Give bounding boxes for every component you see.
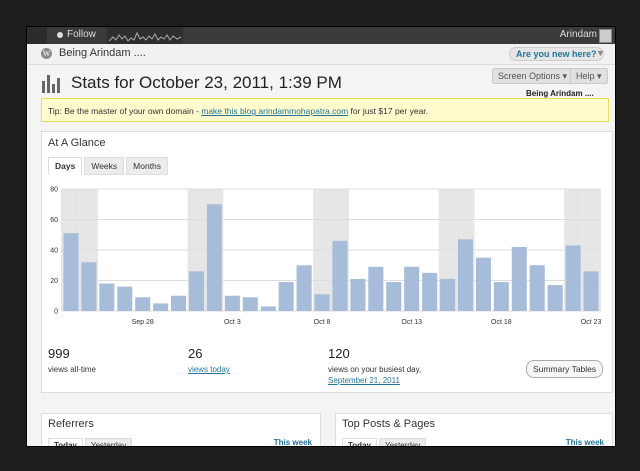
bar	[99, 283, 115, 311]
bar	[457, 239, 474, 311]
y-tick-label: 20	[50, 278, 58, 285]
busiest-day-value: 120	[328, 346, 350, 361]
at-a-glance-title: At A Glance	[48, 137, 106, 149]
x-tick-label: Oct 23	[581, 319, 602, 326]
today-views-value: 26	[188, 346, 203, 361]
tip-domain-link[interactable]: make this blog arindammohapatra.com	[201, 106, 348, 116]
page-title: Stats for October 23, 2011, 1:39 PM	[71, 73, 342, 92]
wordpress-logo-icon[interactable]: W	[41, 48, 52, 59]
new-here-button[interactable]: Are you new here?	[509, 47, 604, 61]
top-posts-this-week-link[interactable]: This week	[566, 438, 604, 446]
y-tick-label: 80	[50, 187, 58, 194]
bar	[440, 278, 456, 311]
site-header: W Being Arindam .... Are you new here? ▼	[27, 44, 615, 65]
busiest-day-date-link[interactable]: September 21, 2011	[328, 376, 400, 385]
referrers-tab-yesterday[interactable]: Yesterday	[84, 438, 133, 446]
new-here-dropdown-icon[interactable]: ▼	[596, 48, 605, 58]
tip-suffix: for just $17 per year.	[348, 106, 429, 116]
period-tabs: Days Weeks Months	[48, 157, 170, 175]
bar	[171, 295, 187, 311]
bar	[386, 282, 402, 311]
follow-label: Follow	[67, 29, 96, 40]
bar	[314, 294, 330, 311]
top-posts-tab-today[interactable]: Today	[342, 438, 377, 446]
site-name[interactable]: Being Arindam ....	[59, 47, 146, 59]
avatar[interactable]	[599, 29, 612, 43]
screen-options-button[interactable]: Screen Options ▾	[492, 68, 574, 84]
bar	[422, 272, 438, 311]
y-tick-label: 0	[54, 309, 58, 316]
bar	[278, 282, 294, 311]
screen-options-label: Screen Options	[498, 71, 561, 81]
bar	[224, 295, 240, 311]
bar	[511, 246, 527, 311]
x-tick-label: Oct 8	[314, 319, 331, 326]
top-posts-panel: Top Posts & Pages Today Yesterday This w…	[335, 413, 613, 446]
domain-tip: Tip: Be the master of your own domain - …	[41, 98, 609, 122]
all-time-views-label: views all-time	[48, 365, 97, 374]
x-tick-label: Sep 28	[132, 319, 154, 326]
bar	[135, 297, 151, 311]
summary-tables-button[interactable]: Summary Tables	[526, 360, 604, 378]
help-button[interactable]: Help ▾	[570, 68, 608, 84]
referrers-tab-today[interactable]: Today	[48, 438, 83, 446]
admin-bar-left-segment	[27, 27, 47, 44]
referrers-panel: Referrers Today Yesterday This week	[41, 413, 321, 446]
bar	[81, 262, 97, 311]
bar	[350, 278, 366, 311]
bar	[206, 204, 222, 311]
bar	[583, 271, 599, 311]
follow-button[interactable]: Follow	[57, 29, 96, 40]
bar	[63, 233, 79, 311]
bar	[242, 297, 258, 311]
today-views-link[interactable]: views today	[188, 365, 230, 374]
tab-days[interactable]: Days	[48, 157, 83, 175]
bar	[565, 245, 581, 311]
at-a-glance-box: At A Glance Days Weeks Months 0 20 40 60 80 S…	[41, 131, 613, 393]
top-posts-tab-yesterday[interactable]: Yesterday	[378, 438, 427, 446]
sparkline-icon	[108, 31, 182, 42]
y-tick-label: 40	[50, 248, 58, 255]
follow-icon	[57, 31, 63, 38]
bar	[153, 303, 169, 311]
stats-bar-chart-icon	[41, 71, 63, 93]
bar	[296, 265, 312, 311]
tip-prefix: Tip: Be the master of your own domain -	[48, 106, 202, 116]
y-tick-label: 60	[50, 217, 58, 224]
browser-frame: Follow Arindam W Being Arindam .... Are …	[26, 26, 616, 447]
user-name[interactable]: Arindam	[560, 29, 597, 40]
bar	[475, 257, 491, 311]
bar	[368, 266, 384, 311]
bar	[529, 265, 545, 311]
all-time-views-value: 999	[48, 346, 70, 361]
referrers-this-week-link[interactable]: This week	[274, 438, 312, 446]
bar	[404, 266, 420, 311]
bar	[493, 282, 509, 311]
blog-name-selector[interactable]: Being Arindam ....	[526, 89, 594, 98]
bar	[117, 286, 133, 311]
bar	[332, 240, 348, 311]
busiest-day-label: views on your busiest day,	[328, 365, 422, 374]
bar	[188, 271, 205, 311]
stats-sparkline[interactable]	[107, 27, 183, 44]
admin-bar: Follow Arindam	[27, 27, 615, 44]
referrers-title: Referrers	[48, 418, 94, 430]
views-bar-chart: 0 20 40 60 80 Sep 28 Oct 3 Oct 8 Oct 13 Oct 18 Oct…	[50, 187, 602, 327]
help-label: Help	[576, 71, 595, 81]
tab-weeks[interactable]: Weeks	[84, 157, 125, 175]
x-tick-label: Oct 3	[224, 319, 241, 326]
tab-months[interactable]: Months	[126, 157, 169, 175]
top-posts-title: Top Posts & Pages	[342, 418, 435, 430]
bar	[260, 306, 276, 311]
x-tick-label: Oct 18	[491, 319, 512, 326]
x-tick-label: Oct 13	[401, 319, 422, 326]
bar	[547, 285, 563, 311]
